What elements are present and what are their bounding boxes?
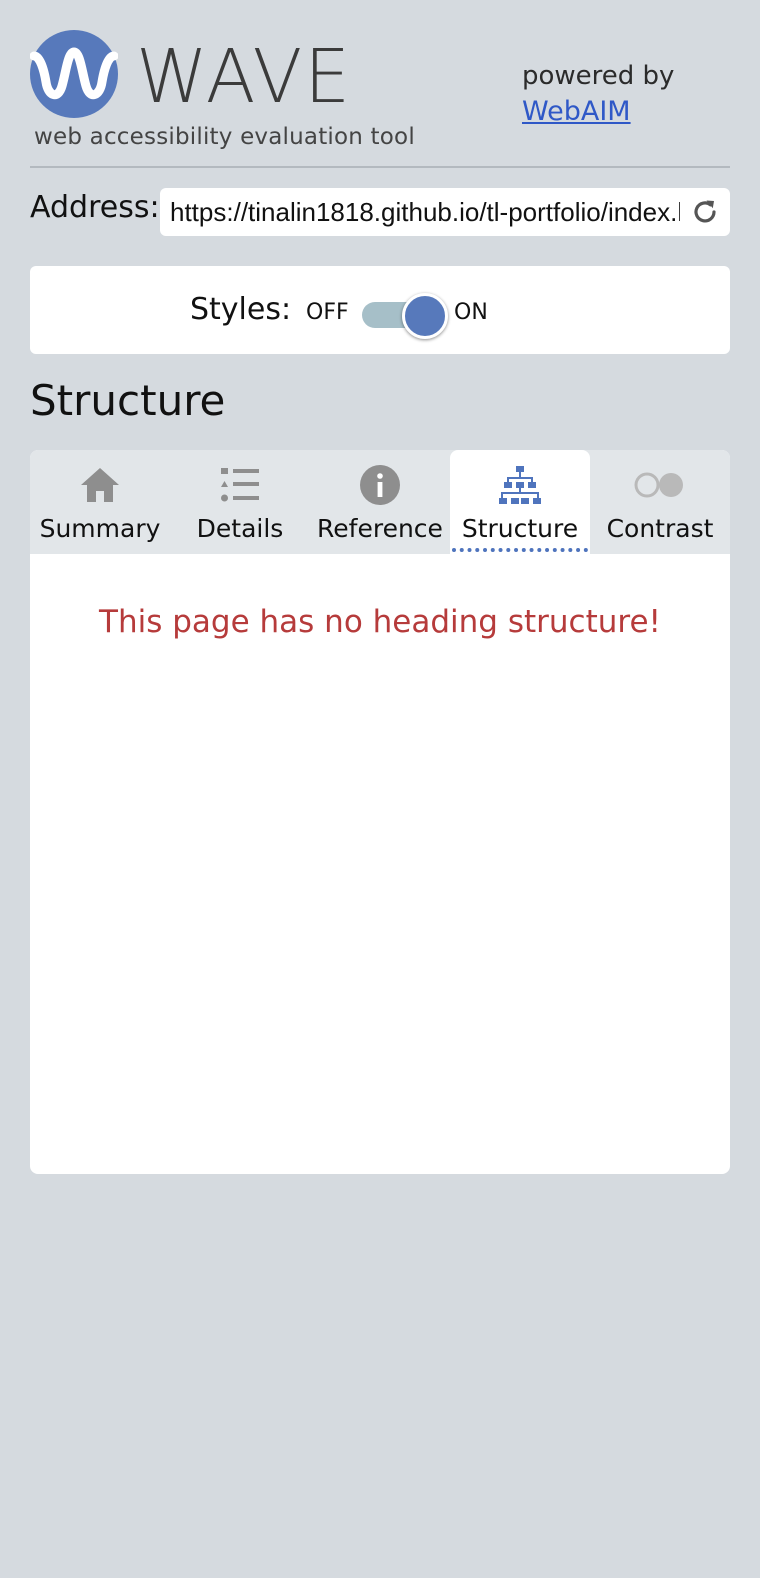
styles-off-label: OFF <box>306 300 349 325</box>
tabs-panel: Summary Details Reference Structure Cont… <box>30 450 730 1174</box>
tab-label: Details <box>196 514 284 543</box>
tab-label: Reference <box>317 514 443 543</box>
no-heading-structure-message: This page has no heading structure! <box>99 604 661 640</box>
tab-label: Structure <box>461 514 579 543</box>
tab-bar: Summary Details Reference Structure Cont… <box>30 450 730 554</box>
tab-label: Summary <box>39 514 161 543</box>
wave-sidebar: WAVE web accessibility evaluation tool p… <box>0 0 760 1578</box>
tab-contrast[interactable]: Contrast <box>590 450 730 554</box>
hierarchy-icon <box>499 466 541 504</box>
info-icon <box>360 465 400 505</box>
tab-label: Contrast <box>606 514 714 543</box>
tab-summary[interactable]: Summary <box>30 450 170 554</box>
styles-label: Styles: <box>190 292 292 327</box>
styles-toggle[interactable] <box>362 293 448 339</box>
header: WAVE web accessibility evaluation tool p… <box>30 28 730 168</box>
styles-on-label: ON <box>454 300 488 325</box>
home-icon <box>81 468 119 502</box>
active-tab-indicator <box>452 548 588 552</box>
app-tagline: web accessibility evaluation tool <box>34 124 415 150</box>
webaim-link[interactable]: WebAIM <box>522 94 674 130</box>
styles-panel: Styles: OFF ON <box>30 266 730 354</box>
wave-logo-icon <box>30 30 118 118</box>
address-label: Address: <box>30 190 160 225</box>
styles-toggle-knob[interactable] <box>402 293 448 339</box>
reload-icon[interactable] <box>690 197 720 227</box>
address-field <box>160 188 730 236</box>
powered-by-text: powered by <box>522 61 675 91</box>
powered-by: powered by WebAIM <box>522 58 674 130</box>
app-title: WAVE <box>136 34 352 120</box>
tab-details[interactable]: Details <box>170 450 310 554</box>
tab-structure[interactable]: Structure <box>450 450 590 554</box>
tab-reference[interactable]: Reference <box>310 450 450 554</box>
contrast-icon <box>634 472 683 498</box>
list-icon <box>221 468 259 502</box>
section-title: Structure <box>30 376 226 425</box>
address-input[interactable] <box>160 188 680 236</box>
